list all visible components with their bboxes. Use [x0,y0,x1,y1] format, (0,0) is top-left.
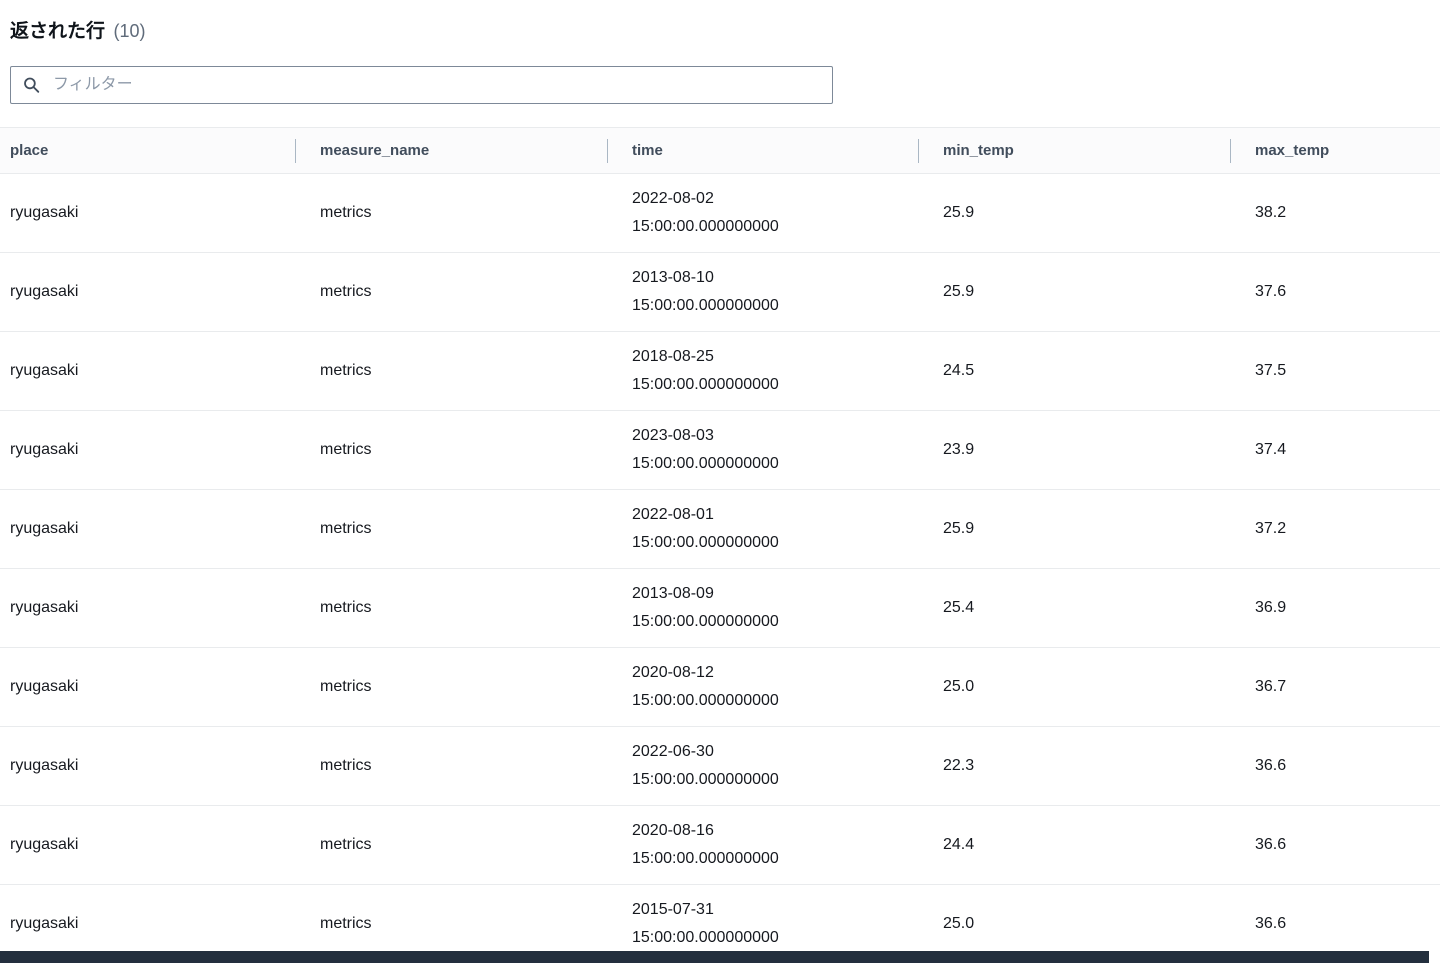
cell-place: ryugasaki [0,726,295,806]
cell-min-temp: 24.5 [918,331,1230,411]
split-panel-drag-bar[interactable] [0,951,1429,963]
cell-measure-name: metrics [295,410,607,490]
column-header-measure_name: measure_name [295,127,607,174]
table-row: ryugasaki metrics 2020-08-16 15:00:00.00000… [0,805,1440,885]
page-title: 返された行 [10,21,106,42]
filter-input[interactable] [10,66,833,104]
cell-time: 2020-08-12 15:00:00.000000000 [607,647,918,727]
cell-time: 2013-08-09 15:00:00.000000000 [607,568,918,648]
column-header-time: time [607,127,918,174]
table-row: ryugasaki metrics 2013-08-10 15:00:00.00000… [0,252,1440,332]
cell-max-temp: 36.6 [1230,805,1440,885]
cell-min-temp: 25.0 [918,647,1230,727]
cell-max-temp: 36.6 [1230,726,1440,806]
query-results-table: place measure_name time min_temp max_temp ry… [0,127,1440,963]
cell-measure-name: metrics [295,252,607,332]
cell-place: ryugasaki [0,173,295,253]
cell-min-temp: 25.9 [918,173,1230,253]
cell-min-temp: 22.3 [918,726,1230,806]
table-row: ryugasaki metrics 2020-08-12 15:00:00.00000… [0,647,1440,727]
cell-place: ryugasaki [0,489,295,569]
cell-place: ryugasaki [0,805,295,885]
cell-place: ryugasaki [0,252,295,332]
cell-time: 2022-06-30 15:00:00.000000000 [607,726,918,806]
cell-max-temp: 36.7 [1230,647,1440,727]
cell-measure-name: metrics [295,173,607,253]
cell-place: ryugasaki [0,331,295,411]
cell-measure-name: metrics [295,805,607,885]
table-row: ryugasaki metrics 2013-08-09 15:00:00.00000… [0,568,1440,648]
table-row: ryugasaki metrics 2023-08-03 15:00:00.00000… [0,410,1440,490]
cell-time: 2022-08-02 15:00:00.000000000 [607,173,918,253]
cell-measure-name: metrics [295,331,607,411]
cell-min-temp: 25.9 [918,489,1230,569]
cell-measure-name: metrics [295,726,607,806]
cell-max-temp: 37.6 [1230,252,1440,332]
table-row: ryugasaki metrics 2022-06-30 15:00:00.00000… [0,726,1440,806]
cell-time: 2013-08-10 15:00:00.000000000 [607,252,918,332]
cell-time: 2020-08-16 15:00:00.000000000 [607,805,918,885]
table-header-row: place measure_name time min_temp max_temp [0,127,1440,174]
cell-place: ryugasaki [0,410,295,490]
table-row: ryugasaki metrics 2022-08-02 15:00:00.00000… [0,173,1440,253]
table-row: ryugasaki metrics 2018-08-25 15:00:00.00000… [0,331,1440,411]
cell-time: 2022-08-01 15:00:00.000000000 [607,489,918,569]
cell-min-temp: 25.4 [918,568,1230,648]
cell-min-temp: 23.9 [918,410,1230,490]
cell-time: 2023-08-03 15:00:00.000000000 [607,410,918,490]
column-header-place: place [0,127,295,174]
cell-place: ryugasaki [0,568,295,648]
row-count-badge: (10) [113,21,146,41]
cell-max-temp: 37.5 [1230,331,1440,411]
cell-max-temp: 38.2 [1230,173,1440,253]
column-header-max_temp: max_temp [1230,127,1440,174]
cell-measure-name: metrics [295,568,607,648]
cell-measure-name: metrics [295,489,607,569]
cell-min-temp: 24.4 [918,805,1230,885]
cell-time: 2018-08-25 15:00:00.000000000 [607,331,918,411]
filter-container [10,66,833,104]
cell-max-temp: 37.4 [1230,410,1440,490]
cell-max-temp: 37.2 [1230,489,1440,569]
table-row: ryugasaki metrics 2022-08-01 15:00:00.00000… [0,489,1440,569]
cell-measure-name: metrics [295,647,607,727]
cell-place: ryugasaki [0,647,295,727]
results-header: 返された行 (10) [0,0,1440,50]
cell-max-temp: 36.9 [1230,568,1440,648]
column-header-min_temp: min_temp [918,127,1230,174]
cell-min-temp: 25.9 [918,252,1230,332]
